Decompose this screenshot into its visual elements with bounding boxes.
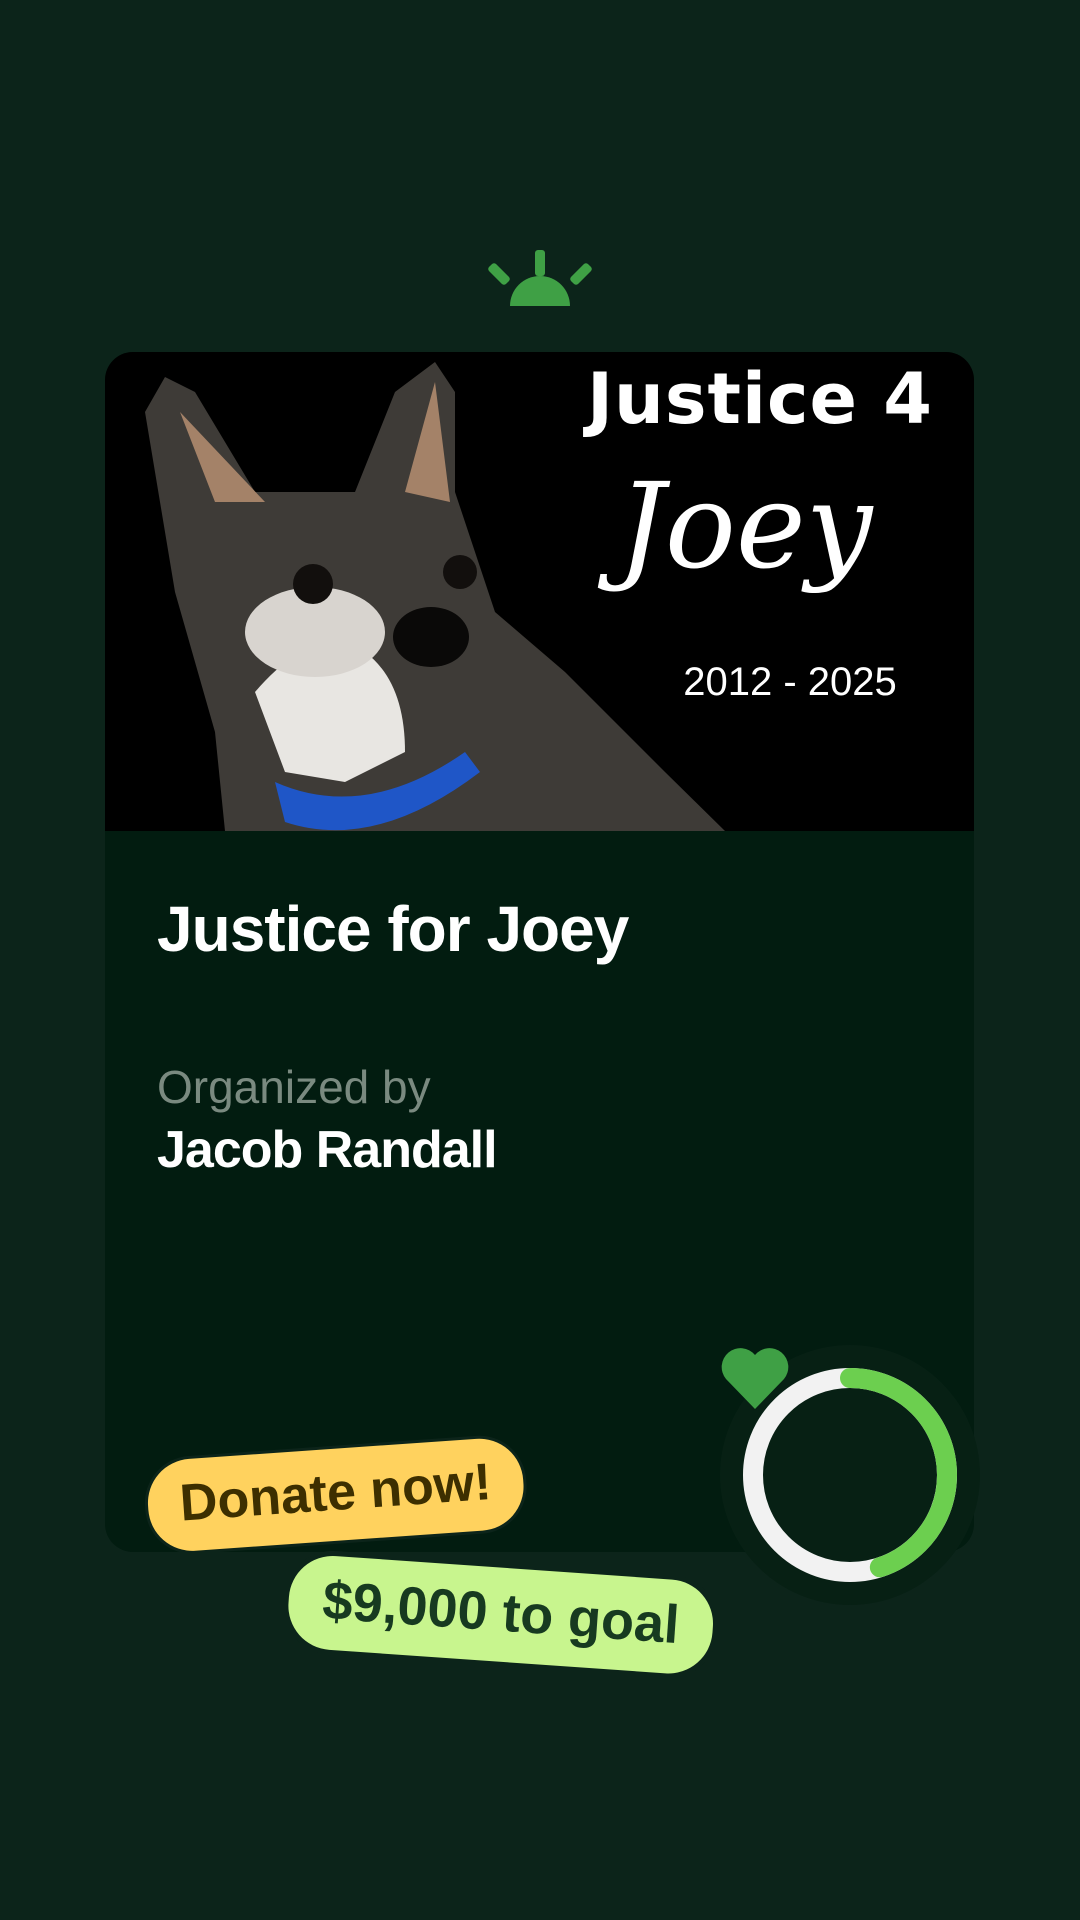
donation-progress-ring: [720, 1345, 980, 1605]
campaign-photo: Justice 4 Joey 2012 - 2025: [105, 352, 974, 831]
goal-remaining-badge: $9,000 to goal: [285, 1553, 717, 1677]
organized-by-label: Organized by: [157, 1061, 431, 1113]
organizer-name: Jacob Randall: [157, 1121, 498, 1179]
campaign-title: Justice for Joey: [157, 893, 629, 965]
sunrise-logo-icon: [488, 250, 592, 306]
photo-title-text: Justice 4: [586, 358, 934, 440]
heart-icon: [721, 1348, 789, 1409]
photo-name-text: Joey: [617, 457, 873, 595]
photo-years-text: 2012 - 2025: [683, 660, 897, 704]
